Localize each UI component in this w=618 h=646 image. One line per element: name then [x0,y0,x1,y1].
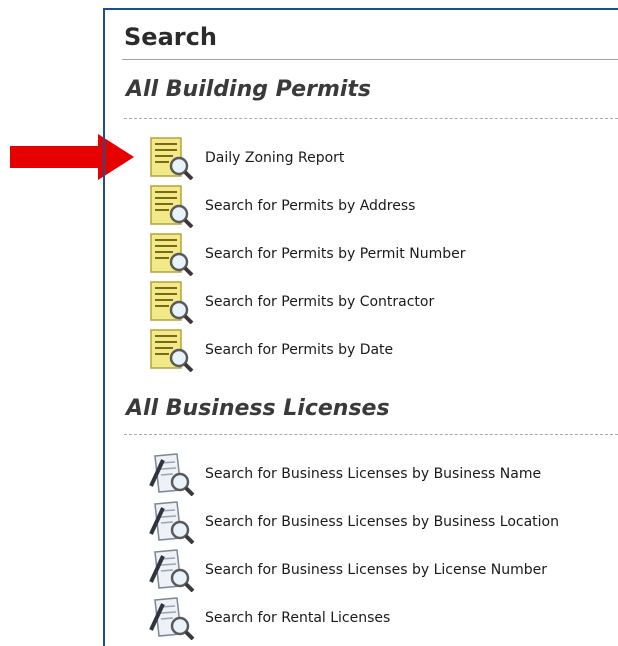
link-rental-licenses[interactable]: Search for Rental Licenses [147,594,559,642]
link-label[interactable]: Search for Permits by Date [205,342,393,358]
link-label[interactable]: Search for Business Licenses by Business… [205,514,559,530]
permit-search-icon [150,185,194,228]
link-licenses-by-business-location[interactable]: Search for Business Licenses by Business… [147,498,559,546]
permit-links-list: Daily Zoning Report Search for Permits b… [147,134,465,374]
search-panel: Search All Building Permits Daily Zoning… [103,8,618,646]
license-search-icon [149,549,195,592]
link-label[interactable]: Search for Rental Licenses [205,610,390,626]
permit-search-icon [150,137,194,180]
permit-search-icon [150,281,194,324]
page-title: Search [124,23,217,51]
license-search-icon [149,453,195,496]
link-label[interactable]: Search for Business Licenses by Business… [205,466,541,482]
link-permits-by-permit-number[interactable]: Search for Permits by Permit Number [147,230,465,278]
title-divider [122,59,618,60]
section-divider-permits [124,118,618,119]
permit-search-icon [150,233,194,276]
section-divider-licenses [124,434,618,435]
license-links-list: Search for Business Licenses by Business… [147,450,559,642]
link-permits-by-date[interactable]: Search for Permits by Date [147,326,465,374]
link-permits-by-contractor[interactable]: Search for Permits by Contractor [147,278,465,326]
license-search-icon [149,597,195,640]
link-label[interactable]: Daily Zoning Report [205,150,344,166]
link-label[interactable]: Search for Business Licenses by License … [205,562,547,578]
section-title-licenses: All Business Licenses [126,396,390,421]
permit-search-icon [150,329,194,372]
link-licenses-by-license-number[interactable]: Search for Business Licenses by License … [147,546,559,594]
link-label[interactable]: Search for Permits by Address [205,198,415,214]
link-permits-by-address[interactable]: Search for Permits by Address [147,182,465,230]
link-label[interactable]: Search for Permits by Permit Number [205,246,465,262]
link-label[interactable]: Search for Permits by Contractor [205,294,434,310]
link-licenses-by-business-name[interactable]: Search for Business Licenses by Business… [147,450,559,498]
section-title-permits: All Building Permits [126,77,372,102]
license-search-icon [149,501,195,544]
link-daily-zoning-report[interactable]: Daily Zoning Report [147,134,465,182]
